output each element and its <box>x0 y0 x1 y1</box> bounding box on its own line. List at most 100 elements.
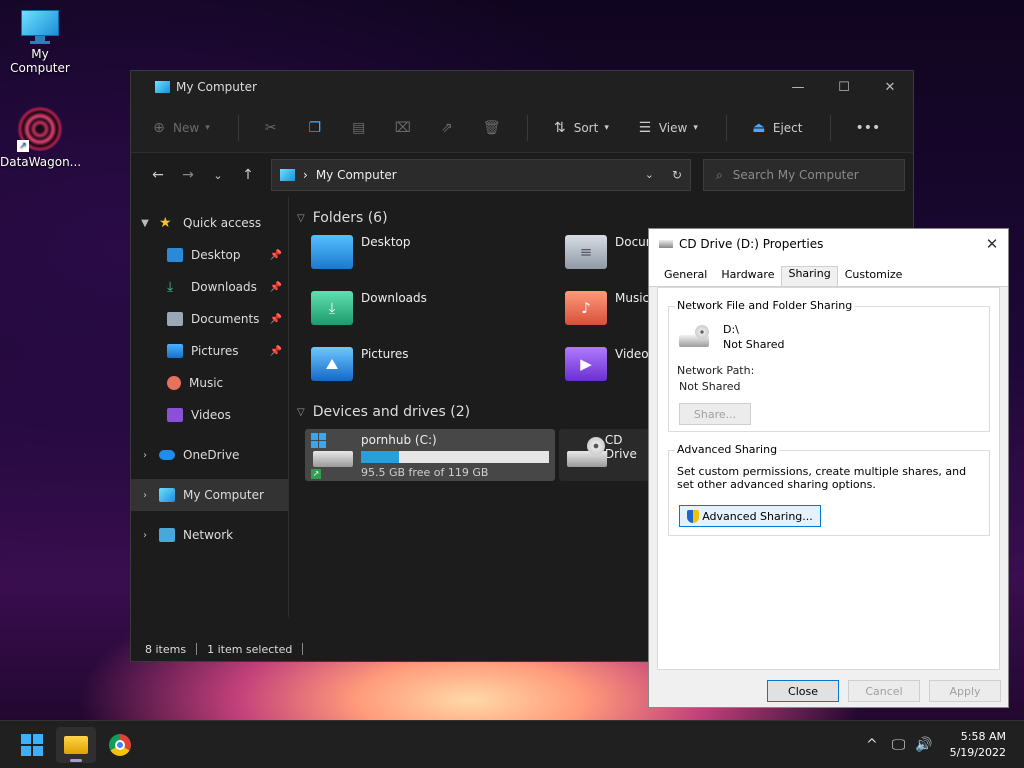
folder-item-music[interactable]: ♪ Music <box>565 291 649 325</box>
dialog-cancel-button[interactable]: Cancel <box>848 680 920 702</box>
sidebar-item-documents[interactable]: Documents 📌 <box>131 303 288 335</box>
paste-button[interactable]: ▤ <box>351 120 367 136</box>
maximize-button[interactable]: ☐ <box>821 80 867 95</box>
chevron-down-icon: ▽ <box>297 406 305 418</box>
taskbar-file-explorer[interactable] <box>56 727 96 763</box>
view-button[interactable]: ☰ View ▾ <box>637 120 698 136</box>
desktop-icon-my-computer[interactable]: My Computer <box>0 10 80 75</box>
dialog-close-icon[interactable]: ✕ <box>976 235 1008 253</box>
advanced-sharing-button[interactable]: Advanced Sharing... <box>679 505 821 527</box>
sidebar-item-desktop[interactable]: Desktop 📌 <box>131 239 288 271</box>
address-bar[interactable]: › My Computer ⌄ ↻ <box>271 159 691 191</box>
folder-icon <box>64 736 88 754</box>
delete-button[interactable]: 🗑 <box>483 120 501 136</box>
clock[interactable]: 5:58 AM 5/19/2022 <box>950 729 1006 761</box>
drive-item-cd[interactable]: CD Drive <box>559 429 649 481</box>
sidebar-label: OneDrive <box>183 448 240 462</box>
folder-item-pictures[interactable]: ⛰ Pictures <box>311 347 409 381</box>
rename-icon: ⌧ <box>394 119 411 136</box>
plus-icon: ⊕ <box>153 119 165 136</box>
tab-hardware[interactable]: Hardware <box>714 267 781 286</box>
dialog-title: CD Drive (D:) Properties <box>679 237 824 251</box>
chevron-right-icon[interactable]: › <box>131 490 159 501</box>
drive-path: D:\ <box>723 323 739 336</box>
tab-sharing[interactable]: Sharing <box>781 266 838 286</box>
chevron-down-icon: ▾ <box>604 122 609 133</box>
address-dropdown-icon[interactable]: ⌄ <box>645 168 654 182</box>
copy-button[interactable]: ❐ <box>307 120 323 136</box>
clock-time: 5:58 AM <box>960 730 1006 743</box>
drive-free-space: 95.5 GB free of 119 GB <box>361 466 489 479</box>
folder-item-videos[interactable]: ▶ Videos <box>565 347 655 381</box>
cut-button[interactable]: ✂ <box>263 120 279 136</box>
recent-locations-button[interactable]: ⌄ <box>203 169 233 182</box>
share-button[interactable]: ⇗ <box>439 120 455 136</box>
view-icon: ☰ <box>638 119 652 136</box>
close-button[interactable]: ✕ <box>867 80 913 95</box>
sidebar-item-network[interactable]: › Network <box>131 519 288 551</box>
desktop-icon-datawagon[interactable]: ↗ DataWagon... <box>0 106 81 169</box>
pin-icon: 📌 <box>269 281 282 293</box>
desktop-icon-label: My Computer <box>10 47 70 75</box>
drive-name: CD Drive <box>604 433 637 461</box>
toolbar-divider <box>237 114 239 141</box>
share-button[interactable]: Share... <box>679 403 751 425</box>
uac-shield-icon <box>687 509 700 523</box>
volume-icon[interactable]: 🔊 <box>915 737 932 753</box>
sidebar-item-pictures[interactable]: Pictures 📌 <box>131 335 288 367</box>
dialog-titlebar[interactable]: CD Drive (D:) Properties ✕ <box>649 229 1008 259</box>
network-monitor-icon[interactable]: 🖵 <box>892 737 906 753</box>
dialog-close-button[interactable]: Close <box>767 680 839 702</box>
sidebar-item-downloads[interactable]: ⤓ Downloads 📌 <box>131 271 288 303</box>
selection-count: 1 item selected <box>207 642 293 656</box>
folder-label: Pictures <box>361 347 409 361</box>
sort-icon: ⇅ <box>553 119 566 136</box>
tab-customize[interactable]: Customize <box>838 267 910 286</box>
search-input[interactable]: Search My Computer <box>733 168 859 182</box>
breadcrumb[interactable]: My Computer <box>316 168 397 182</box>
forward-button[interactable]: → <box>173 167 203 183</box>
chevron-right-icon[interactable]: › <box>131 450 159 461</box>
shortcut-arrow-icon: ↗ <box>311 469 321 479</box>
folder-item-downloads[interactable]: ⤓ Downloads <box>311 291 427 325</box>
new-button[interactable]: ⊕ New ▾ <box>151 120 210 136</box>
up-button[interactable]: ↑ <box>233 167 263 183</box>
start-button[interactable] <box>12 727 52 763</box>
item-count: 8 items <box>145 642 187 656</box>
cd-drive-icon <box>679 325 709 351</box>
folder-label: Music <box>615 291 650 305</box>
sidebar-item-videos[interactable]: Videos <box>131 399 288 431</box>
cloud-icon <box>159 450 175 460</box>
chevron-right-icon[interactable]: › <box>131 530 159 541</box>
sort-button[interactable]: ⇅ Sort ▾ <box>552 120 609 136</box>
show-hidden-icons-chevron-up-icon[interactable]: ^ <box>866 737 878 753</box>
rename-button[interactable]: ⌧ <box>395 120 411 136</box>
chrome-icon <box>109 734 131 756</box>
explorer-titlebar[interactable]: My Computer — ☐ ✕ <box>131 71 913 103</box>
chevron-down-icon[interactable]: ▼ <box>131 218 159 229</box>
sidebar-item-music[interactable]: Music <box>131 367 288 399</box>
search-box[interactable]: ⌕ Search My Computer <box>703 159 905 191</box>
back-button[interactable]: ← <box>143 167 173 183</box>
eject-label: Eject <box>772 120 803 135</box>
computer-icon <box>155 81 170 93</box>
tab-general[interactable]: General <box>657 267 714 286</box>
drive-item-c[interactable]: ↗ pornhub (C:) 95.5 GB free of 119 GB <box>305 429 555 481</box>
command-bar: ⊕ New ▾ ✂ ❐ ▤ ⌧ ⇗ 🗑 ⇅ Sort ▾ ☰ View ▾ ⏏ … <box>131 103 913 153</box>
more-options-button[interactable]: ••• <box>855 120 880 136</box>
sidebar-label: Downloads <box>191 280 257 294</box>
desktop-folder-icon <box>167 248 183 262</box>
taskbar-chrome[interactable] <box>100 727 140 763</box>
folder-item-desktop[interactable]: Desktop <box>311 235 411 269</box>
sidebar-item-quick-access[interactable]: ▼ ★ Quick access <box>131 207 288 239</box>
drive-usage-fill <box>361 451 399 463</box>
sidebar-item-onedrive[interactable]: › OneDrive <box>131 439 288 471</box>
eject-button[interactable]: ⏏ Eject <box>751 120 803 136</box>
minimize-button[interactable]: — <box>775 80 821 95</box>
network-icon <box>159 528 175 542</box>
desktop-folder-icon <box>311 235 353 269</box>
window-title: My Computer <box>176 80 257 94</box>
refresh-icon[interactable]: ↻ <box>672 168 682 182</box>
dialog-apply-button[interactable]: Apply <box>929 680 1001 702</box>
sidebar-item-my-computer[interactable]: › My Computer <box>131 479 288 511</box>
